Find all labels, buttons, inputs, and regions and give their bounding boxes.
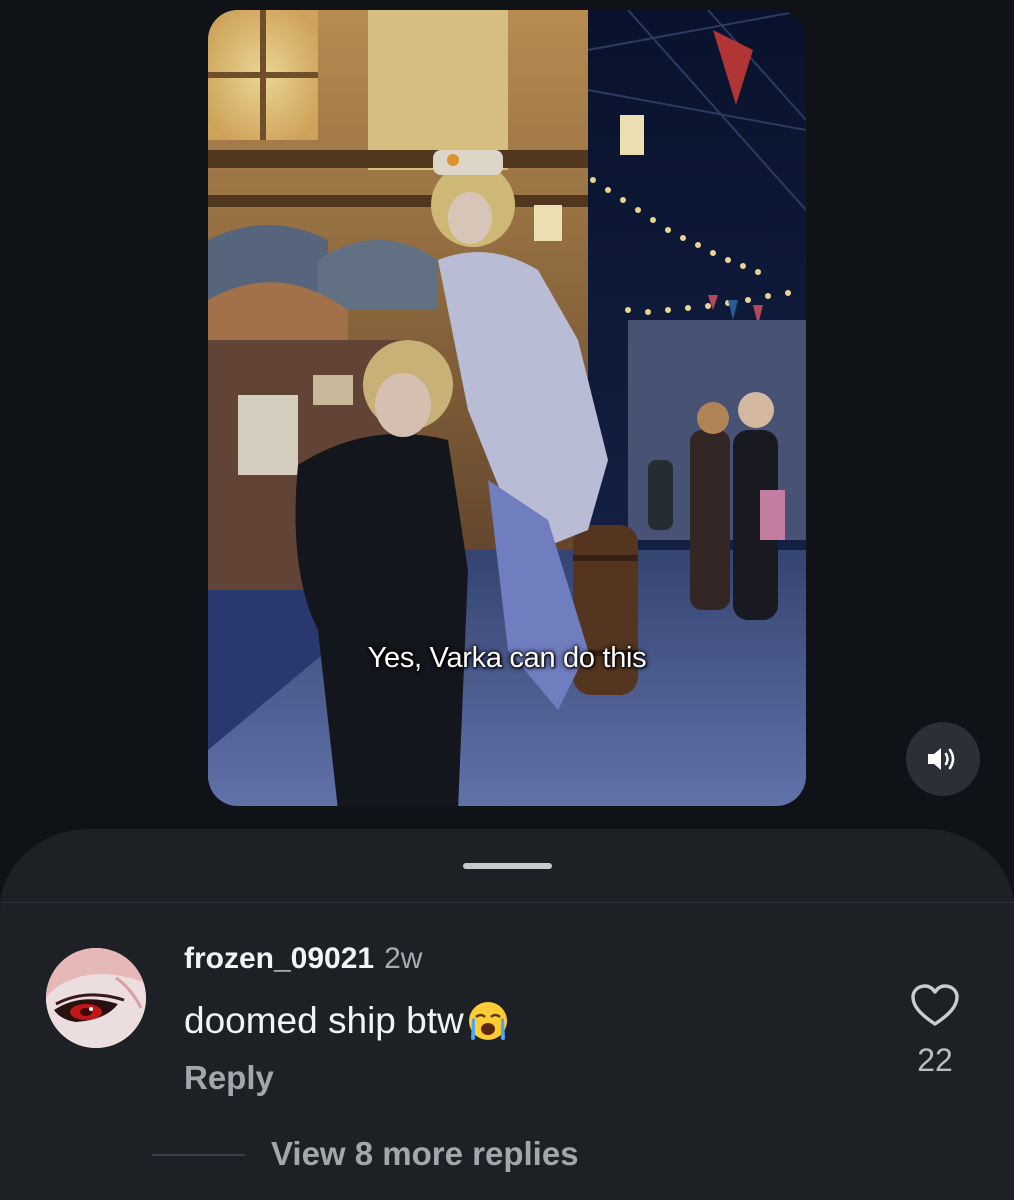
screen: Yes, Varka can do this frozen_09021 2w d… xyxy=(0,0,1014,1200)
heart-outline-icon xyxy=(911,984,959,1026)
video-player[interactable]: Yes, Varka can do this xyxy=(208,10,806,806)
comment-timestamp: 2w xyxy=(384,942,423,975)
replies-divider-line xyxy=(152,1154,245,1156)
video-caption: Yes, Varka can do this xyxy=(367,642,647,674)
speaker-volume-icon xyxy=(928,748,955,770)
comment-header: frozen_09021 2w xyxy=(184,942,422,976)
loudly-crying-face-emoji xyxy=(468,1002,507,1040)
drag-handle[interactable] xyxy=(463,863,552,869)
reply-button[interactable]: Reply xyxy=(184,1059,274,1097)
like-count: 22 xyxy=(917,1042,953,1078)
comment-username[interactable]: frozen_09021 xyxy=(184,942,374,976)
like-button[interactable] xyxy=(910,984,960,1028)
avatar-image xyxy=(46,948,146,1048)
comment-body: doomed ship btw xyxy=(184,999,510,1043)
volume-button[interactable] xyxy=(906,722,980,796)
comments-sheet: frozen_09021 2w doomed ship btw Reply 22… xyxy=(0,829,1014,1200)
sheet-divider xyxy=(0,902,1014,903)
video-frame xyxy=(208,10,806,806)
user-avatar[interactable] xyxy=(46,948,146,1048)
comment-text: doomed ship btw xyxy=(184,1000,464,1041)
view-more-replies-button[interactable]: View 8 more replies xyxy=(271,1135,579,1173)
